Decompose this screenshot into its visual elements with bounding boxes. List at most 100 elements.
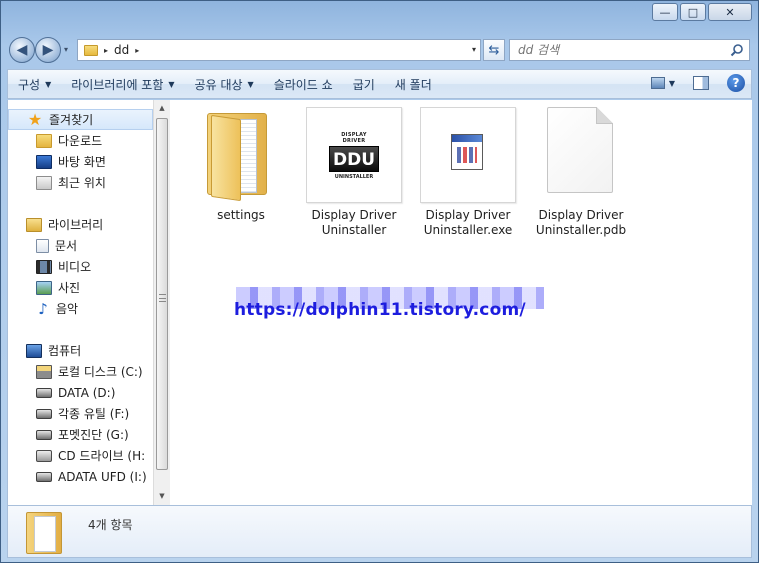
share-with-menu[interactable]: 공유 대상 ▼ <box>185 70 264 98</box>
preview-pane-icon[interactable] <box>693 76 709 90</box>
nav-item-label: DATA (D:) <box>58 385 116 400</box>
maximize-button[interactable]: □ <box>680 3 706 21</box>
nav-item-pictures[interactable]: 사진 <box>8 277 153 298</box>
nav-item-label: 문서 <box>55 239 78 253</box>
burn-label: 굽기 <box>352 77 375 92</box>
dropdown-arrow-icon: ▼ <box>168 79 175 89</box>
drive-icon <box>36 471 52 482</box>
file-item-ddu-shortcut[interactable]: DISPLAY DRIVER DDU UNINSTALLER Display D… <box>299 107 409 238</box>
nav-item-music[interactable]: ♪ 음악 <box>8 298 153 319</box>
navigation-pane: ★ 즐겨찾기 다운로드 바탕 화면 최근 위치 라이브러리 문서 비디오 사진 … <box>8 100 153 505</box>
dropdown-arrow-icon: ▼ <box>45 79 52 89</box>
address-bar[interactable]: ▸ dd ▸ ▾ <box>77 39 481 61</box>
nav-item-drive-g[interactable]: 포멧진단 (G:) <box>8 424 153 445</box>
nav-item-drive-i[interactable]: ADATA UFD (I:) <box>8 466 153 487</box>
nav-libraries[interactable]: 라이브러리 <box>8 214 153 235</box>
breadcrumb-separator[interactable]: ▸ <box>104 46 108 55</box>
nav-computer[interactable]: 컴퓨터 <box>8 340 153 361</box>
nav-item-drive-d[interactable]: DATA (D:) <box>8 382 153 403</box>
pictures-icon <box>36 280 52 295</box>
nav-item-videos[interactable]: 비디오 <box>8 256 153 277</box>
nav-item-drive-h[interactable]: CD 드라이브 (H: <box>8 445 153 466</box>
burn-button[interactable]: 굽기 <box>343 70 385 98</box>
downloads-folder-icon <box>36 133 52 148</box>
search-icon[interactable] <box>730 43 744 57</box>
file-name: Display Driver Uninstaller <box>311 208 397 237</box>
nav-item-label: 다운로드 <box>58 134 103 148</box>
organize-menu[interactable]: 구성 ▼ <box>8 70 61 98</box>
documents-icon <box>36 238 49 253</box>
recent-pages-dropdown[interactable]: ▾ <box>64 45 68 54</box>
breadcrumb-separator-end[interactable]: ▸ <box>135 46 139 55</box>
explorer-window: — □ ✕ ◀ ▶ ▾ ▸ dd ▸ ▾ ⇆ 구 <box>0 0 759 563</box>
close-button[interactable]: ✕ <box>708 3 752 21</box>
file-item-ddu-pdb[interactable]: Display Driver Uninstaller.pdb <box>526 107 636 238</box>
breadcrumb-current-folder[interactable]: dd <box>114 43 129 57</box>
refresh-button[interactable]: ⇆ <box>483 39 505 61</box>
change-view-icon[interactable] <box>650 77 665 89</box>
include-in-library-menu[interactable]: 라이브러리에 포함 ▼ <box>61 70 184 98</box>
nav-item-drive-c[interactable]: 로컬 디스크 (C:) <box>8 361 153 382</box>
ddu-app-thumbnail: DISPLAY DRIVER DDU UNINSTALLER <box>306 107 402 203</box>
content-area: ★ 즐겨찾기 다운로드 바탕 화면 최근 위치 라이브러리 문서 비디오 사진 … <box>7 100 752 505</box>
forward-arrow-icon: ▶ <box>42 42 54 58</box>
file-list: settings DISPLAY DRIVER DDU UNINSTALLER … <box>172 100 752 505</box>
file-item-settings[interactable]: settings <box>186 107 296 223</box>
address-history-dropdown[interactable]: ▾ <box>472 45 476 54</box>
view-options-dropdown[interactable]: ▼ <box>669 79 675 88</box>
blank-document-icon <box>547 107 613 193</box>
folder-paper-shape <box>34 516 56 552</box>
nav-favorites[interactable]: ★ 즐겨찾기 <box>8 109 153 130</box>
search-box <box>509 39 750 61</box>
folder-front-shape <box>211 114 241 202</box>
search-input[interactable] <box>510 40 710 60</box>
file-name: settings <box>217 208 265 222</box>
nav-item-label: 바탕 화면 <box>58 155 106 169</box>
minimize-button[interactable]: — <box>652 3 678 21</box>
nav-item-label: ADATA UFD (I:) <box>58 469 147 484</box>
recent-places-icon <box>36 175 52 190</box>
file-name: Display Driver Uninstaller.exe <box>423 208 513 237</box>
nav-item-drive-f[interactable]: 각종 유틸 (F:) <box>8 403 153 424</box>
nav-item-recent-places[interactable]: 최근 위치 <box>8 172 153 193</box>
refresh-icon: ⇆ <box>488 42 500 58</box>
file-item-ddu-exe[interactable]: Display Driver Uninstaller.exe <box>413 107 523 238</box>
folder-icon <box>193 107 289 203</box>
exe-thumbnail <box>420 107 516 203</box>
nav-item-label: CD 드라이브 (H: <box>58 449 146 463</box>
organize-label: 구성 <box>18 77 41 92</box>
window-caption-buttons: — □ ✕ <box>650 3 752 21</box>
nav-item-documents[interactable]: 문서 <box>8 235 153 256</box>
nav-item-downloads[interactable]: 다운로드 <box>8 130 153 151</box>
watermark-text: https://dolphin11.tistory.com/ <box>234 300 526 320</box>
nav-item-label: 최근 위치 <box>58 176 106 190</box>
command-bar: 구성 ▼ 라이브러리에 포함 ▼ 공유 대상 ▼ 슬라이드 쇼 굽기 새 폴더 … <box>7 69 752 99</box>
back-button[interactable]: ◀ <box>9 37 35 63</box>
slideshow-button[interactable]: 슬라이드 쇼 <box>264 70 343 98</box>
new-folder-button[interactable]: 새 폴더 <box>385 70 442 98</box>
scrollbar-thumb[interactable] <box>156 118 168 470</box>
ddu-logo-bottom-text: UNINSTALLER <box>334 174 374 180</box>
slideshow-label: 슬라이드 쇼 <box>273 77 333 92</box>
folder-icon <box>26 512 64 554</box>
computer-icon <box>26 343 42 358</box>
nav-item-desktop[interactable]: 바탕 화면 <box>8 151 153 172</box>
nav-libraries-label: 라이브러리 <box>48 218 104 232</box>
executable-grid-shape <box>457 147 477 163</box>
share-with-label: 공유 대상 <box>194 77 243 92</box>
executable-titlebar-shape <box>452 135 482 142</box>
drive-icon <box>36 408 52 419</box>
executable-icon <box>451 134 483 170</box>
nav-computer-label: 컴퓨터 <box>48 344 82 358</box>
drive-icon <box>36 387 52 398</box>
scroll-down-arrow-icon[interactable]: ▼ <box>154 488 170 504</box>
details-pane: 4개 항목 <box>7 505 752 558</box>
nav-pane-scrollbar[interactable]: ▲ ▼ <box>153 100 170 505</box>
scroll-up-arrow-icon[interactable]: ▲ <box>154 100 170 116</box>
item-count: 4개 항목 <box>88 518 133 532</box>
folder-icon <box>84 44 98 56</box>
help-icon[interactable]: ? <box>727 74 745 92</box>
desktop-icon <box>36 154 52 169</box>
nav-item-label: 사진 <box>58 281 81 295</box>
forward-button[interactable]: ▶ <box>35 37 61 63</box>
